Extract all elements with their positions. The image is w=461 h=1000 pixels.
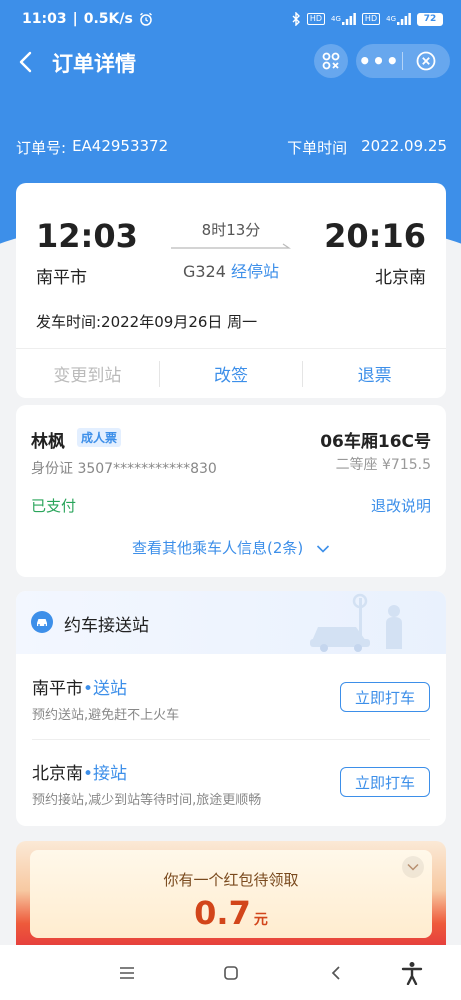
hd-badge: HD bbox=[306, 13, 326, 25]
reschedule-button[interactable]: 改签 bbox=[160, 361, 303, 386]
order-number-label: 订单号: bbox=[16, 139, 67, 157]
close-icon[interactable] bbox=[403, 51, 449, 71]
order-info-row: 订单号: EA42953372 下单时间 2022.09.25 bbox=[16, 137, 447, 158]
ticket-type-badge: 成人票 bbox=[77, 428, 122, 447]
app-header: 订单详情 ••• bbox=[0, 42, 461, 82]
stops-link[interactable]: 经停站 bbox=[231, 262, 279, 281]
ticket-actions: 变更到站 改签 退票 bbox=[16, 349, 446, 398]
car-pickup-card: 约车接送站 南平市•送站 预约送站,避免赶不上火车 立即打车 北京南•接站 预约… bbox=[16, 591, 446, 826]
pickup-row-dropoff: 南平市•送站 预约送站,避免赶不上火车 立即打车 bbox=[16, 654, 446, 739]
trip-card: 12:03 20:16 8时13分 G324 经停站 南平市 北京南 发车时间:… bbox=[16, 183, 446, 398]
train-info: G324 经停站 bbox=[171, 258, 291, 282]
scan-button[interactable] bbox=[314, 44, 348, 78]
id-card-number: 身份证 3507***********830 bbox=[31, 461, 217, 477]
change-station-button[interactable]: 变更到站 bbox=[16, 361, 159, 386]
payment-status: 已支付 bbox=[31, 497, 77, 515]
red-packet-text: 你有一个红包待领取 bbox=[163, 871, 299, 889]
trip-duration: 8时13分 bbox=[201, 221, 261, 239]
status-bar: 11:03 | 0.5K/s HD 4G HD 4G 72 bbox=[0, 0, 461, 38]
pickup-section-title: 约车接送站 bbox=[64, 616, 149, 636]
car-icon bbox=[31, 611, 53, 633]
arrival-station: 北京南 bbox=[375, 268, 426, 288]
passenger-name: 林枫 bbox=[31, 432, 65, 452]
passenger-card: 林枫 成人票 06车厢16C号 身份证 3507***********830 二… bbox=[16, 405, 446, 577]
pickup-station: 南平市 bbox=[32, 679, 83, 699]
more-passengers-link[interactable]: 查看其他乘车人信息(2条) bbox=[16, 537, 446, 558]
signal-icon: 4G bbox=[331, 13, 356, 25]
pickup-desc: 预约接站,减少到站等待时间,旅途更顺畅 bbox=[32, 793, 262, 808]
red-packet-amount-value: 0.7 bbox=[194, 894, 251, 932]
red-packet-banner[interactable]: 你有一个红包待领取 0.7 元 bbox=[16, 841, 446, 951]
more-icon[interactable]: ••• bbox=[356, 44, 402, 78]
page-title: 订单详情 bbox=[52, 52, 136, 76]
direction-arrow-icon bbox=[171, 243, 291, 249]
alarm-icon bbox=[139, 12, 153, 26]
red-packet-amount: 0.7 元 bbox=[30, 894, 432, 932]
mini-program-capsule: ••• bbox=[356, 44, 450, 78]
accessibility-icon[interactable] bbox=[400, 961, 424, 985]
departure-station: 南平市 bbox=[36, 268, 87, 288]
departure-time: 12:03 bbox=[36, 217, 138, 255]
pickup-station: 北京南 bbox=[32, 764, 83, 784]
pickup-row-pickup: 北京南•接站 预约接站,减少到站等待时间,旅途更顺畅 立即打车 bbox=[16, 739, 446, 824]
signal-icon-2: 4G bbox=[386, 13, 411, 25]
scan-icon bbox=[322, 52, 340, 70]
departure-date: 发车时间:2022年09月26日 周一 bbox=[36, 313, 258, 331]
order-number: EA42953372 bbox=[72, 137, 169, 155]
order-time: 2022.09.25 bbox=[361, 137, 447, 155]
status-time: 11:03 bbox=[22, 11, 67, 27]
book-ride-button[interactable]: 立即打车 bbox=[340, 682, 430, 712]
status-network-speed: 0.5K/s bbox=[83, 11, 133, 27]
chevron-down-icon bbox=[316, 544, 330, 553]
order-time-label: 下单时间 bbox=[287, 139, 348, 157]
battery-indicator: 72 bbox=[417, 12, 443, 26]
arrival-time: 20:16 bbox=[324, 217, 426, 255]
book-ride-button[interactable]: 立即打车 bbox=[340, 767, 430, 797]
refund-rules-link[interactable]: 退改说明 bbox=[371, 495, 431, 516]
menu-icon[interactable] bbox=[115, 961, 139, 985]
pickup-tag: •送站 bbox=[83, 679, 128, 699]
seat-class-price: 二等座 ¥715.5 bbox=[335, 457, 431, 473]
car-illustration-icon bbox=[310, 593, 402, 652]
system-nav-bar bbox=[0, 945, 461, 1000]
more-passengers-label: 查看其他乘车人信息(2条) bbox=[131, 539, 304, 557]
back-nav-icon[interactable] bbox=[324, 961, 348, 985]
refund-button[interactable]: 退票 bbox=[303, 361, 446, 386]
pickup-desc: 预约送站,避免赶不上火车 bbox=[32, 708, 180, 723]
bluetooth-icon bbox=[291, 12, 301, 26]
hd-badge-2: HD bbox=[361, 13, 381, 25]
seat-number: 06车厢16C号 bbox=[320, 432, 431, 452]
red-packet-unit: 元 bbox=[253, 912, 268, 928]
home-icon[interactable] bbox=[219, 961, 243, 985]
back-icon[interactable] bbox=[14, 48, 38, 76]
train-number: G324 bbox=[182, 262, 226, 281]
pickup-tag: •接站 bbox=[83, 764, 128, 784]
